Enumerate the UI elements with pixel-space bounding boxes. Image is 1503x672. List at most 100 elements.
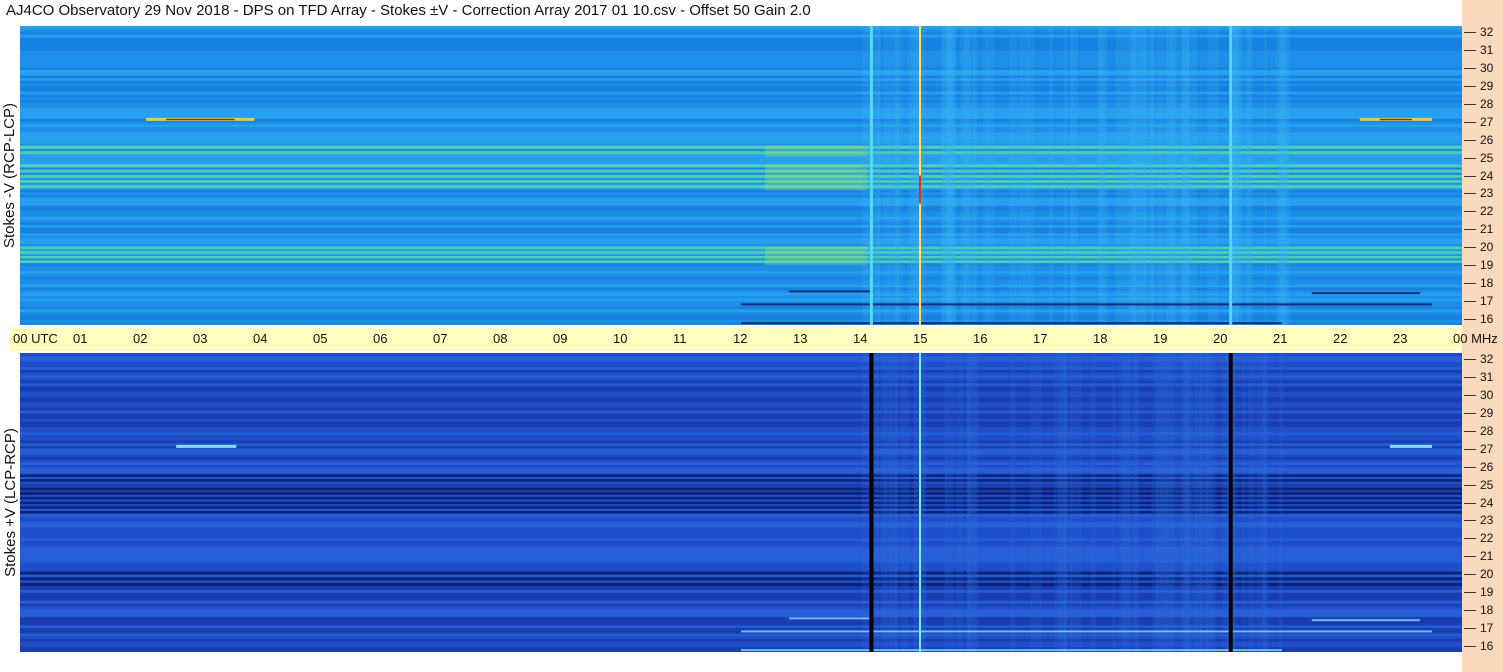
- bottom-spectrogram: [20, 353, 1462, 652]
- heatmap-interference-line: [741, 649, 1282, 652]
- utc-tick-label: 20: [1213, 331, 1228, 346]
- frequency-tick: [1464, 49, 1476, 51]
- utc-tick-label: 12: [733, 331, 748, 346]
- heatmap-streak: [986, 26, 995, 325]
- frequency-tick: [1464, 319, 1476, 320]
- frequency-tick: [1464, 85, 1476, 87]
- frequency-tick-label: 22: [1480, 531, 1494, 546]
- frequency-tick-label: 16: [1480, 639, 1494, 653]
- frequency-tick-label: 29: [1480, 78, 1494, 93]
- heatmap-streak: [941, 26, 946, 325]
- heatmap-streak: [945, 353, 954, 652]
- heatmap-vertical-line: [869, 26, 873, 325]
- frequency-tick: [1464, 592, 1476, 594]
- frequency-tick: [1464, 175, 1476, 177]
- heatmap-streak: [1097, 26, 1105, 325]
- frequency-tick-label: 17: [1480, 294, 1494, 309]
- utc-tick-label: 03: [193, 331, 208, 346]
- heatmap-streak: [1112, 353, 1116, 652]
- frequency-tick: [1464, 574, 1476, 576]
- heatmap-vertical-line: [869, 353, 874, 652]
- heatmap-streak: [1049, 26, 1053, 325]
- heatmap-interference-line: [741, 303, 1432, 306]
- frequency-tick-label: 29: [1480, 405, 1494, 420]
- heatmap-streak: [946, 26, 955, 325]
- heatmap-streak: [1198, 353, 1203, 652]
- utc-tick-label: 05: [313, 331, 328, 346]
- heatmap-streak: [889, 353, 892, 652]
- bottom-panel-ylabel: Stokes +V (LCP-RCP): [1, 428, 19, 577]
- utc-tick-label: 15: [913, 331, 928, 346]
- frequency-tick-label: 25: [1480, 150, 1494, 165]
- frequency-tick-label: 21: [1480, 549, 1494, 564]
- heatmap-interference-line: [789, 290, 874, 293]
- heatmap-streak: [1243, 26, 1253, 325]
- frequency-tick: [1464, 67, 1476, 69]
- frequency-tick-label: 26: [1480, 132, 1494, 147]
- frequency-tick-label: 24: [1480, 168, 1494, 183]
- frequency-tick: [1464, 247, 1476, 249]
- frequency-tick: [1464, 502, 1476, 504]
- heatmap-band: [20, 492, 1462, 495]
- frequency-tick-label: 32: [1480, 352, 1494, 366]
- frequency-tick: [1464, 283, 1476, 285]
- heatmap-band: [20, 479, 1462, 482]
- heatmap-streak: [955, 353, 964, 652]
- heatmap-streak: [1181, 26, 1190, 325]
- heatmap-streak: [1009, 26, 1018, 325]
- heatmap-burst-core: [1379, 118, 1412, 121]
- heatmap-streak: [1264, 26, 1267, 325]
- heatmap-streak: [1058, 353, 1069, 652]
- frequency-tick-label: 19: [1480, 585, 1494, 600]
- heatmap-streak: [1279, 353, 1284, 652]
- frequency-tick-label: 23: [1480, 513, 1494, 528]
- heatmap-streak: [1144, 26, 1155, 325]
- frequency-tick: [1464, 359, 1476, 360]
- heatmap-streak: [963, 26, 971, 325]
- frequency-tick-label: 21: [1480, 222, 1494, 237]
- heatmap-streak: [983, 26, 988, 325]
- frequency-tick-label: 18: [1480, 603, 1494, 618]
- heatmap-streak: [1242, 353, 1245, 652]
- utc-tick-label: 01: [73, 331, 88, 346]
- frequency-tick-label: 22: [1480, 204, 1494, 219]
- frequency-tick: [1464, 103, 1476, 105]
- frequency-tick: [1464, 484, 1476, 486]
- heatmap-streak: [1165, 26, 1177, 325]
- heatmap-streak: [883, 26, 893, 325]
- heatmap-streak: [896, 26, 899, 325]
- heatmap-streak: [1196, 353, 1199, 652]
- frequency-tick: [1464, 139, 1476, 141]
- heatmap-vertical-line: [1229, 26, 1233, 325]
- frequency-tick: [1464, 430, 1476, 432]
- heatmap-streak: [1167, 353, 1175, 652]
- utc-tick-label: 00 UTC: [13, 331, 58, 346]
- frequency-tick: [1464, 265, 1476, 267]
- heatmap-streak: [1138, 26, 1145, 325]
- frequency-tick-label: 30: [1480, 60, 1494, 75]
- utc-tick-label: 06: [373, 331, 388, 346]
- utc-tick-label: 00 MHz: [1453, 331, 1498, 346]
- heatmap-streak: [1181, 353, 1193, 652]
- heatmap-streak: [1010, 353, 1016, 652]
- heatmap-streak: [1070, 26, 1078, 325]
- utc-tick-label: 22: [1333, 331, 1348, 346]
- frequency-tick-label: 18: [1480, 276, 1494, 291]
- frequency-tick: [1464, 520, 1476, 522]
- heatmap-hotspot: [919, 175, 921, 204]
- heatmap-streak: [1132, 26, 1136, 325]
- frequency-tick: [1464, 211, 1476, 213]
- heatmap-streak: [1155, 26, 1165, 325]
- bottom-spectrogram-svg: [20, 353, 1462, 652]
- frequency-tick: [1464, 376, 1476, 378]
- frequency-tick-label: 31: [1480, 42, 1494, 57]
- frequency-tick: [1464, 538, 1476, 540]
- heatmap-band: [20, 582, 1462, 586]
- utc-tick-label: 14: [853, 331, 868, 346]
- utc-tick-label: 18: [1093, 331, 1108, 346]
- frequency-tick-label: 26: [1480, 459, 1494, 474]
- top-spectrogram-svg: [20, 26, 1462, 325]
- frequency-tick: [1464, 121, 1476, 123]
- frequency-tick: [1464, 628, 1476, 630]
- heatmap-band: [20, 510, 1462, 514]
